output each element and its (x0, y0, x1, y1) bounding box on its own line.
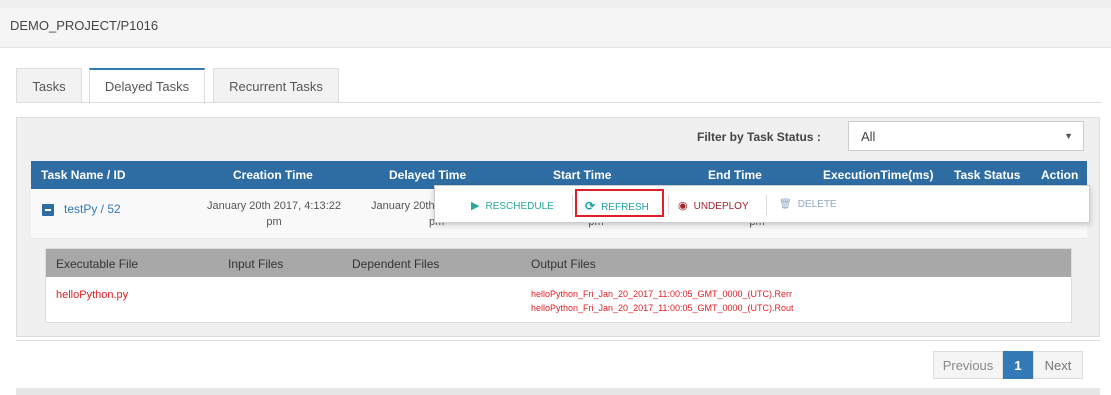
delete-button[interactable]: 🗑 DELETE (779, 199, 837, 210)
tab-tasks[interactable]: Tasks (16, 68, 82, 103)
col-input-files: Input Files (228, 257, 284, 271)
bottom-strip (16, 388, 1100, 395)
col-execution-time: ExecutionTime(ms) (823, 168, 934, 182)
creation-time-cell: January 20th 2017, 4:13:22 pm (199, 198, 349, 230)
col-output-files: Output Files (531, 257, 596, 271)
col-task-status: Task Status (954, 168, 1021, 182)
delete-label: DELETE (797, 199, 837, 210)
filter-label: Filter by Task Status : (697, 130, 821, 144)
task-status-filter-select[interactable]: All ▼ (848, 121, 1084, 151)
action-separator (766, 195, 767, 215)
collapse-toggle-icon[interactable] (42, 204, 54, 216)
output-file-link[interactable]: helloPython_Fri_Jan_20_2017_11:00:05_GMT… (531, 301, 794, 315)
output-files-list: helloPython_Fri_Jan_20_2017_11:00:05_GMT… (531, 287, 794, 315)
undeploy-label: UNDEPLOY (693, 201, 749, 212)
breadcrumb: DEMO_PROJECT/P1016 (10, 18, 159, 33)
stop-circle-icon: ◉ (678, 200, 688, 212)
pagination-previous-button[interactable]: Previous (933, 351, 1003, 379)
action-separator (668, 195, 669, 215)
col-dependent-files: Dependent Files (352, 257, 440, 271)
undeploy-button[interactable]: ◉ UNDEPLOY (678, 199, 749, 212)
col-end-time: End Time (708, 168, 762, 182)
task-files-table: Executable File Input Files Dependent Fi… (45, 248, 1072, 323)
files-table-header: Executable File Input Files Dependent Fi… (46, 249, 1071, 277)
caret-down-icon: ▼ (1064, 131, 1073, 141)
trash-icon: 🗑 (779, 199, 792, 210)
pagination-next-button[interactable]: Next (1033, 351, 1083, 379)
action-popup: ▶ RESCHEDULE ⟳ REFRESH ◉ UNDEPLOY 🗑 DELETE (434, 185, 1090, 223)
creation-time-line1: January 20th 2017, 4:13:22 (207, 200, 341, 212)
task-name-link[interactable]: testPy / 52 (64, 202, 121, 216)
reschedule-button[interactable]: ▶ RESCHEDULE (471, 199, 554, 212)
refresh-highlight-box (575, 189, 664, 217)
executable-file-link[interactable]: helloPython.py (56, 289, 128, 301)
col-start-time: Start Time (553, 168, 612, 182)
reschedule-label: RESCHEDULE (485, 201, 554, 212)
action-separator (572, 195, 573, 215)
tab-delayed-tasks[interactable]: Delayed Tasks (89, 68, 205, 104)
play-icon: ▶ (471, 200, 480, 212)
col-creation-time: Creation Time (233, 168, 313, 182)
filter-selected-value: All (861, 129, 876, 144)
panel-divider (16, 340, 1100, 341)
tab-divider (16, 102, 1102, 103)
tab-recurrent-tasks[interactable]: Recurrent Tasks (213, 68, 339, 103)
pagination-page-button[interactable]: 1 (1003, 351, 1033, 379)
col-delayed-time: Delayed Time (389, 168, 467, 182)
col-task-name-id: Task Name / ID (41, 168, 126, 182)
creation-time-line2: pm (266, 216, 282, 228)
page-header: DEMO_PROJECT/P1016 (0, 8, 1111, 48)
col-executable-file: Executable File (56, 257, 139, 271)
top-strip (0, 0, 1111, 8)
output-file-link[interactable]: helloPython_Fri_Jan_20_2017_11:00:05_GMT… (531, 287, 794, 301)
col-action: Action (1041, 168, 1079, 182)
